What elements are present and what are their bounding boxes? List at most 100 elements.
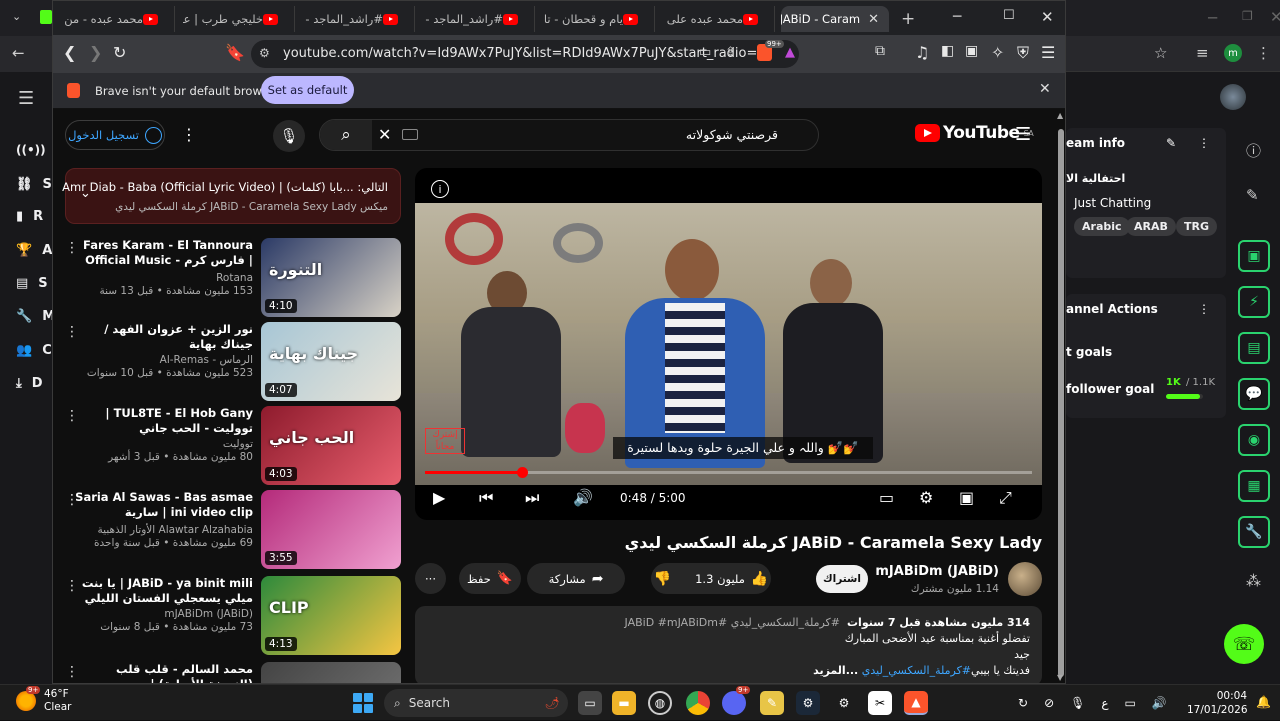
stream-tag[interactable]: TRG [1176, 217, 1218, 236]
clear-search-icon[interactable]: ✕ [378, 125, 391, 144]
share-icon[interactable]: ⇪ [725, 45, 736, 60]
stream-tag[interactable]: Arabic [1074, 217, 1130, 236]
playlist-up-next-banner[interactable]: ⌄ التالي: ...بابا (كلمات) | Amr Diab - B… [62, 168, 401, 224]
voice-search-icon[interactable]: 🎙 [273, 120, 305, 152]
description-box[interactable]: 314 مليون مشاهدة قبل 7 سنوات #كرملة_السك… [415, 606, 1042, 683]
left-nav-item[interactable]: ▮ R [16, 206, 52, 226]
forward-icon[interactable]: ❯ [89, 43, 102, 62]
browser-tab[interactable]: خليجي طرب | عيني [183, 6, 295, 32]
video-thumbnail[interactable]: التنورة 4:10 [261, 238, 401, 317]
steam-icon[interactable]: ⚙ [796, 691, 820, 715]
close-infobar-icon[interactable]: ✕ [1039, 81, 1051, 97]
language-indicator[interactable]: ع [1101, 696, 1108, 710]
recommendation-channel[interactable]: Alawtar Alzahabia الأوتار الذهبية [75, 524, 253, 536]
stream-tag[interactable]: ARAB [1126, 217, 1176, 236]
video-thumbnail[interactable]: 3:55 [261, 490, 401, 569]
hamburger-menu-icon[interactable]: ☰ [18, 88, 34, 109]
clock[interactable]: 00:04 17/01/2026 [1187, 689, 1248, 717]
more-vert-icon[interactable]: ⋮ [1198, 302, 1210, 316]
brave-icon[interactable]: ▲ [904, 691, 928, 715]
volume-icon[interactable]: 🔊 [573, 488, 593, 507]
screenshot-icon[interactable]: ⧉ [875, 43, 885, 59]
recommendation-item[interactable]: CLIP 4:13 JABiD - ya binit mili | يا بنت م… [61, 576, 401, 656]
refresh-icon[interactable]: ↻ [1018, 696, 1028, 710]
channel-name[interactable]: mJABiDm (JABiD) [875, 564, 999, 579]
site-settings-icon[interactable]: ⚙ [259, 46, 270, 60]
subtitles-icon[interactable]: ▭ [879, 488, 894, 507]
like-count[interactable]: 1.3 مليون [695, 572, 745, 586]
guide-menu-icon[interactable]: ☰ [1015, 124, 1031, 145]
save-button[interactable]: حفظ 🔖 [459, 563, 521, 594]
broadcast-action-button[interactable]: ◉ [1238, 424, 1270, 456]
show-more-link[interactable]: ...المزيد [813, 664, 858, 677]
reload-icon[interactable]: ↻ [113, 43, 126, 62]
set-default-button[interactable]: Set as default [261, 76, 354, 104]
recommendation-channel[interactable]: الرماس - Al-Remas [75, 354, 253, 366]
left-nav-item[interactable]: ⤓ D [16, 373, 52, 393]
volume-icon[interactable]: 🔊 [1152, 696, 1167, 710]
more-vert-icon[interactable]: ⋮ [65, 240, 79, 256]
settings-icon[interactable]: ⚙ [832, 691, 856, 715]
camera-action-button[interactable]: ▣ [1238, 240, 1270, 272]
file-explorer-icon[interactable]: ▬ [612, 691, 636, 715]
wallet-icon[interactable]: ▣ [965, 43, 978, 59]
dislike-icon[interactable]: 👎 [654, 571, 671, 587]
left-nav-item[interactable]: 👥 C [16, 340, 52, 360]
recommendation-channel[interactable]: mJABiDm (JABiD) [75, 608, 253, 620]
left-nav-item[interactable]: ▤ S [16, 273, 52, 293]
info-icon[interactable]: i [431, 180, 449, 198]
url-text[interactable]: youtube.com/watch?v=Id9AWx7PuJY&list=RDI… [283, 46, 766, 61]
recommendation-title[interactable]: Saria Al Sawas - Bas asmae ini video cli… [75, 490, 253, 522]
more-vert-icon[interactable]: ⋮ [65, 664, 79, 680]
more-vert-icon[interactable]: ⋮ [65, 578, 79, 594]
left-nav-item[interactable]: ((•)) [16, 140, 52, 160]
recommendation-item[interactable]: محمد السالم - قلب قلب (النسخة الأصلية) |… [61, 662, 401, 683]
back-arrow-icon[interactable]: ← [12, 44, 25, 62]
search-input[interactable]: قرصنتي شوكولاته [686, 127, 778, 142]
back-icon[interactable]: ❮ [63, 43, 76, 62]
restore-icon[interactable]: ❐ [1242, 9, 1253, 23]
tools-action-button[interactable]: 🔧 [1238, 516, 1270, 548]
recommendation-channel[interactable]: Rotana [75, 272, 253, 284]
pencil-icon[interactable]: ✎ [1166, 136, 1176, 150]
hashtag-link[interactable]: #كرملة_السكسي_ليدي [862, 664, 971, 677]
layout-action-button[interactable]: ▦ [1238, 470, 1270, 502]
more-vert-icon[interactable]: ⋮ [181, 125, 197, 144]
close-window-icon[interactable]: ✕ [1041, 8, 1054, 26]
recommendation-title[interactable]: محمد السالم - قلب قلب (النسخة الأصلية) | [75, 662, 253, 683]
left-nav-item[interactable]: ⛓ S [16, 174, 52, 194]
keyboard-icon[interactable] [402, 129, 418, 140]
recommendation-title[interactable]: JABiD - ya binit mili | يا بنت ميلي يسعج… [75, 576, 253, 606]
hashtags[interactable]: #كرملة_السكسي_ليدي #JABiD #mJABiDm [625, 616, 840, 629]
recommendation-item[interactable]: جيناك بهاية 4:07 نور الزين + عزوان الفهد /… [61, 322, 401, 402]
video-thumbnail[interactable] [261, 662, 401, 683]
channel-avatar[interactable] [1008, 562, 1042, 596]
subscribe-button[interactable]: اشتراك [816, 565, 868, 593]
task-view-icon[interactable]: ▭ [578, 691, 602, 715]
network-off-icon[interactable]: ⊘ [1044, 696, 1054, 710]
settings-gear-icon[interactable]: ⚙ [919, 488, 933, 507]
edit-icon[interactable]: ✎ [1246, 186, 1259, 204]
leo-ai-icon[interactable]: ✧ [991, 43, 1004, 62]
next-icon[interactable]: ⏭ [525, 488, 539, 508]
recommendation-item[interactable]: 3:55 Saria Al Sawas - Bas asmae ini video… [61, 490, 401, 570]
playlist-icon[interactable]: ≡ [1196, 44, 1209, 62]
chevron-down-icon[interactable]: ⌄ [12, 10, 21, 23]
browser-tab[interactable]: يام و قحطان - تاجـ [543, 6, 655, 32]
apps-icon[interactable]: ⁂ [1246, 572, 1261, 590]
video-player[interactable]: i إشترك مجاناً 💅💅 واللہ و علي الجيرة حلو… [415, 168, 1042, 520]
video-thumbnail[interactable]: الحب جاني 4:03 [261, 406, 401, 485]
fullscreen-icon[interactable]: ⤢ [999, 488, 1012, 508]
recommendation-title[interactable]: TUL8TE - El Hob Gany | تووليت - الحب جان… [75, 406, 253, 436]
recommendation-channel[interactable]: تووليت [75, 438, 253, 450]
video-thumbnail[interactable]: CLIP 4:13 [261, 576, 401, 655]
left-nav-item[interactable]: 🔧 M [16, 306, 55, 326]
notifications-icon[interactable]: 🔔 [1256, 695, 1271, 709]
recommendation-title[interactable]: Fares Karam - El Tannoura | فارس كرم - O… [75, 238, 253, 270]
share-button[interactable]: مشاركة ➦ [527, 563, 625, 594]
more-vert-icon[interactable]: ⋮ [65, 324, 79, 340]
more-vert-icon[interactable]: ⋮ [1256, 44, 1271, 62]
previous-icon[interactable]: ⏮ [479, 488, 493, 508]
cast-icon[interactable]: ▭ [699, 45, 711, 60]
browser-tab[interactable]: محمد عبده - من بـا [63, 6, 175, 32]
